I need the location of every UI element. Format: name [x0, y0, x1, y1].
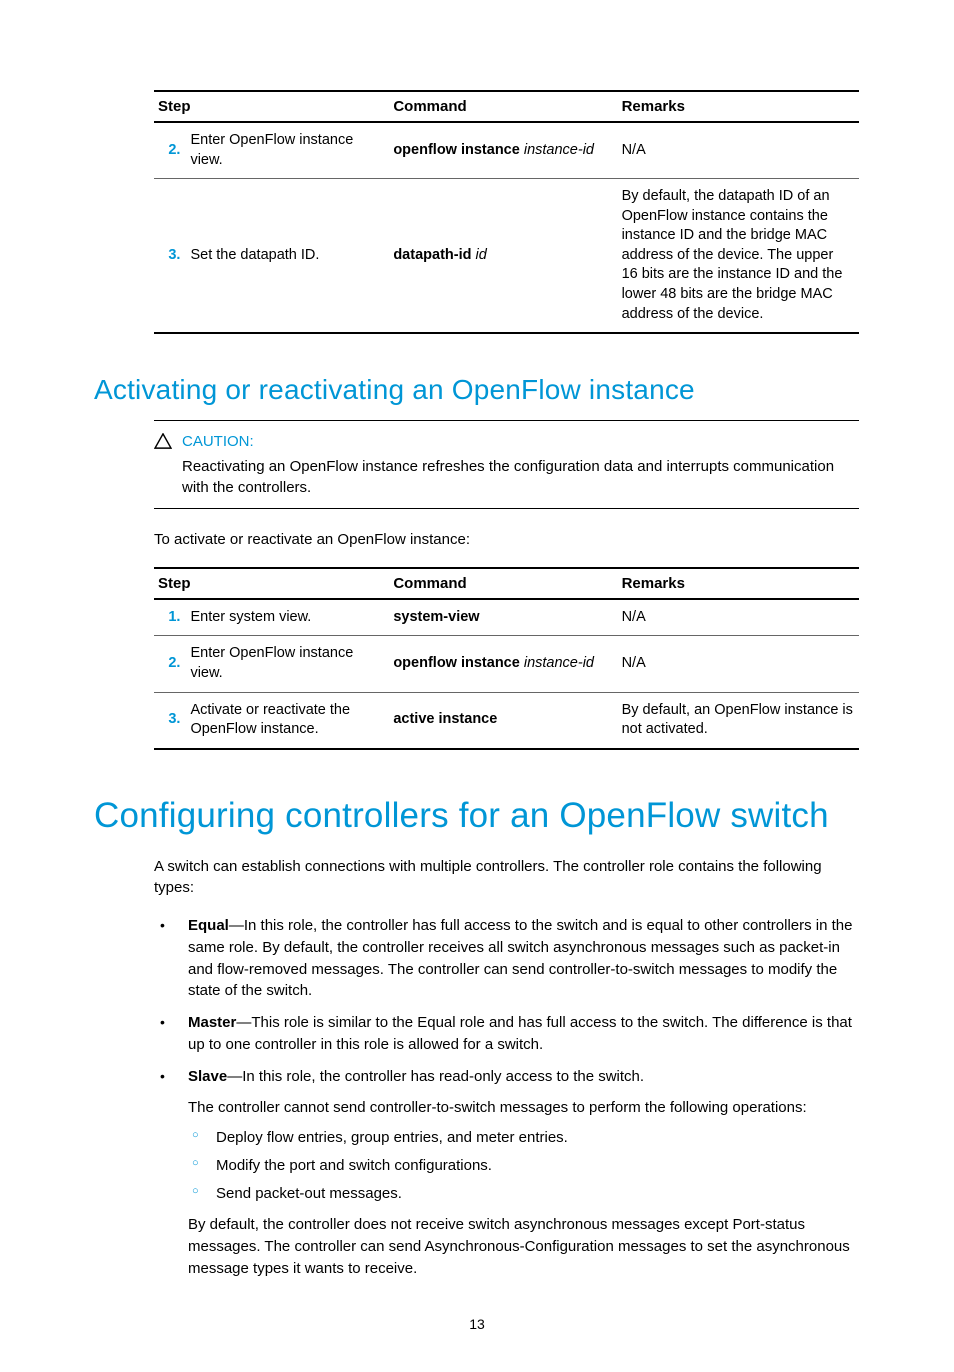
command-arg: instance-id — [524, 142, 594, 158]
col-command: Command — [389, 91, 617, 122]
step-number: 3. — [154, 179, 186, 333]
sub-item: Send packet-out messages. — [188, 1183, 859, 1205]
role-master: Master—This role is similar to the Equal… — [154, 1012, 859, 1056]
caution-label: CAUTION: — [182, 431, 859, 452]
role-desc: —In this role, the controller has full a… — [188, 917, 853, 999]
page-number: 13 — [94, 1316, 860, 1332]
col-remarks: Remarks — [618, 91, 859, 122]
col-step: Step — [154, 568, 389, 599]
command-arg: id — [476, 247, 487, 263]
intro-para: To activate or reactivate an OpenFlow in… — [154, 529, 859, 551]
command-cell: active instance — [389, 692, 617, 749]
command-keyword: openflow instance — [393, 655, 520, 671]
slave-sublist: Deploy flow entries, group entries, and … — [188, 1127, 859, 1204]
role-name: Slave — [188, 1068, 227, 1085]
command-keyword: active instance — [393, 711, 497, 727]
step-desc: Activate or reactivate the OpenFlow inst… — [186, 692, 389, 749]
step-desc: Enter OpenFlow instance view. — [186, 636, 389, 692]
remarks-cell: N/A — [618, 636, 859, 692]
remarks-cell: By default, the datapath ID of an OpenFl… — [618, 179, 859, 333]
step-number: 1. — [154, 599, 186, 636]
intro-para-configuring: A switch can establish connections with … — [154, 856, 859, 900]
step-number: 2. — [154, 122, 186, 179]
col-command: Command — [389, 568, 617, 599]
role-slave: Slave—In this role, the controller has r… — [154, 1066, 859, 1280]
command-cell: openflow instance instance-id — [389, 636, 617, 692]
table-row: 1. Enter system view. system-view N/A — [154, 599, 859, 636]
caution-triangle-icon — [154, 431, 172, 453]
caution-block: CAUTION: Reactivating an OpenFlow instan… — [154, 420, 859, 509]
role-name: Equal — [188, 917, 229, 934]
role-desc: —This role is similar to the Equal role … — [188, 1014, 852, 1053]
step-number: 2. — [154, 636, 186, 692]
step-desc: Enter OpenFlow instance view. — [186, 122, 389, 179]
slave-para-2: By default, the controller does not rece… — [188, 1214, 859, 1279]
table-row: 2. Enter OpenFlow instance view. openflo… — [154, 122, 859, 179]
remarks-cell: N/A — [618, 599, 859, 636]
table-row: 3. Activate or reactivate the OpenFlow i… — [154, 692, 859, 749]
step-number: 3. — [154, 692, 186, 749]
table-row: 3. Set the datapath ID. datapath-id id B… — [154, 179, 859, 333]
command-cell: openflow instance instance-id — [389, 122, 617, 179]
role-desc: —In this role, the controller has read-o… — [227, 1068, 644, 1085]
step-desc: Enter system view. — [186, 599, 389, 636]
command-cell: datapath-id id — [389, 179, 617, 333]
col-step: Step — [154, 91, 389, 122]
command-keyword: openflow instance — [393, 142, 520, 158]
role-equal: Equal—In this role, the controller has f… — [154, 915, 859, 1002]
table-header-row: Step Command Remarks — [154, 91, 859, 122]
col-remarks: Remarks — [618, 568, 859, 599]
command-table-activate: Step Command Remarks 1. Enter system vie… — [154, 567, 859, 750]
step-desc: Set the datapath ID. — [186, 179, 389, 333]
command-arg: instance-id — [524, 655, 594, 671]
section-heading-configuring: Configuring controllers for an OpenFlow … — [94, 796, 860, 836]
table-row: 2. Enter OpenFlow instance view. openflo… — [154, 636, 859, 692]
command-keyword: datapath-id — [393, 247, 471, 263]
remarks-cell: N/A — [618, 122, 859, 179]
command-table-datapath: Step Command Remarks 2. Enter OpenFlow i… — [154, 90, 859, 334]
sub-item: Deploy flow entries, group entries, and … — [188, 1127, 859, 1149]
caution-text: Reactivating an OpenFlow instance refres… — [182, 456, 859, 498]
slave-para-1: The controller cannot send controller-to… — [188, 1097, 859, 1119]
table-header-row: Step Command Remarks — [154, 568, 859, 599]
sub-item: Modify the port and switch configuration… — [188, 1155, 859, 1177]
role-name: Master — [188, 1014, 236, 1031]
command-cell: system-view — [389, 599, 617, 636]
remarks-cell: By default, an OpenFlow instance is not … — [618, 692, 859, 749]
roles-list: Equal—In this role, the controller has f… — [154, 915, 859, 1280]
command-keyword: system-view — [393, 609, 479, 625]
section-heading-activating: Activating or reactivating an OpenFlow i… — [94, 374, 860, 406]
